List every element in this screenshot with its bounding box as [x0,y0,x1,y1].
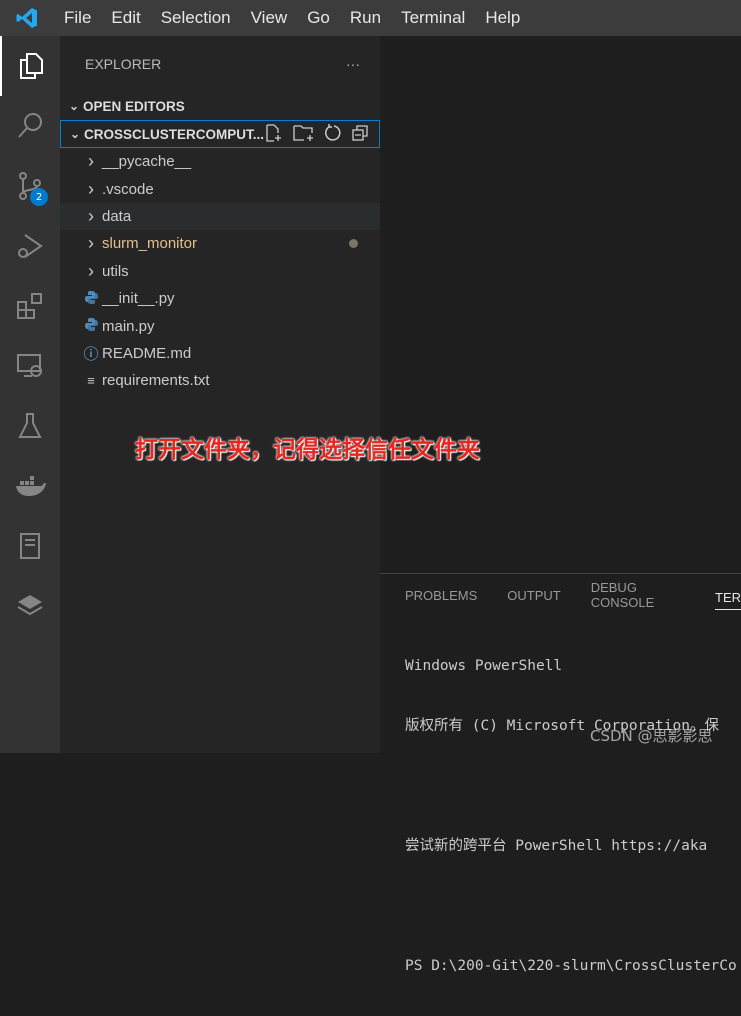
watermark: CSDN @思影影思 [590,727,713,745]
tree-item-label: __pycache__ [102,153,192,171]
menu-go[interactable]: Go [297,8,340,28]
tree-item[interactable]: main.py [60,312,380,339]
tab-debug-console[interactable]: DEBUG CONSOLE [591,580,685,610]
tree-item[interactable]: › utils [60,258,380,285]
run-debug-icon[interactable] [0,216,60,276]
menu-run[interactable]: Run [340,8,391,28]
chevron-down-icon: ⌄ [69,127,81,141]
tree-item-label: slurm_monitor [102,235,198,253]
chevron-right-icon: › [88,178,94,199]
tree-item[interactable]: › slurm_monitor [60,230,380,257]
tree-item[interactable]: › data [60,202,380,231]
menu-terminal[interactable]: Terminal [391,8,475,28]
new-file-icon[interactable] [264,123,284,145]
section-label: OPEN EDITORS [83,98,185,114]
folder-label: CROSSCLUSTERCOMPUT... [83,126,264,142]
open-editors-section[interactable]: ⌄ OPEN EDITORS [60,92,380,120]
source-control-icon[interactable]: 2 [0,156,60,216]
collapse-all-icon[interactable] [351,124,369,145]
files-icon[interactable] [0,36,60,96]
tree-item-label: README.md [102,344,192,362]
tab-output[interactable]: OUTPUT [507,588,560,603]
tree-item[interactable]: __init__.py [60,285,380,312]
tree-item[interactable]: ≡ requirements.txt [60,367,380,394]
menu-help[interactable]: Help [475,8,530,28]
modified-dot-icon [349,239,358,249]
tree-item[interactable]: › .vscode [60,175,380,202]
tree-item-label: main.py [102,317,155,335]
terminal-output[interactable]: Windows PowerShell 版权所有 (C) Microsoft Co… [380,616,741,1016]
text-file-icon: ≡ [87,373,95,389]
more-actions-button[interactable]: ··· [346,56,360,72]
python-file-icon [80,318,102,334]
python-file-icon [80,290,102,307]
chevron-right-icon: › [88,233,94,254]
chevron-down-icon: ⌄ [68,99,80,113]
workspace-folder-section[interactable]: ⌄ CROSSCLUSTERCOMPUT... [60,120,380,148]
scm-badge: 2 [30,188,48,206]
docker-icon[interactable] [0,456,60,516]
remote-explorer-icon[interactable] [0,336,60,396]
menu-edit[interactable]: Edit [101,8,150,28]
chevron-right-icon: › [88,151,94,172]
chevron-right-icon: › [88,260,94,281]
tree-item[interactable]: › __pycache__ [60,148,380,175]
new-folder-icon[interactable] [293,124,315,145]
tab-problems[interactable]: PROBLEMS [405,588,477,603]
annotation-text: 打开文件夹，记得选择信任文件夹 [135,437,480,463]
vscode-logo-icon [0,6,54,30]
notebook-icon[interactable] [0,516,60,576]
explorer-sidebar: EXPLORER ··· ⌄ OPEN EDITORS ⌄ CROSSCLUSTERC… [60,36,380,753]
refresh-icon[interactable] [324,123,342,145]
tree-item-label: utils [102,262,129,280]
terminal-line: PS D:\200-Git\220-slurm\CrossClusterCo [405,958,737,974]
tree-item-label: data [102,207,132,225]
terminal-line: 尝试新的跨平台 PowerShell https://aka [405,838,708,854]
menu-selection[interactable]: Selection [151,8,241,28]
tree-item-label: requirements.txt [102,372,210,390]
search-icon[interactable] [0,96,60,156]
tree-item[interactable]: ⓘ README.md [60,340,380,367]
tree-item-label: .vscode [102,180,154,198]
menu-file[interactable]: File [54,8,101,28]
tree-item-label: __init__.py [102,290,175,308]
layers-icon[interactable] [0,576,60,636]
explorer-title: EXPLORER [85,56,162,72]
activity-bar: 2 [0,36,60,753]
terminal-line: Windows PowerShell [405,658,563,674]
menu-bar: File Edit Selection View Go Run Terminal… [0,0,741,36]
tab-terminal[interactable]: TER [715,590,741,610]
chevron-right-icon: › [88,205,94,226]
info-icon: ⓘ [83,345,99,363]
menu-view[interactable]: View [241,8,298,28]
extensions-icon[interactable] [0,276,60,336]
testing-icon[interactable] [0,396,60,456]
